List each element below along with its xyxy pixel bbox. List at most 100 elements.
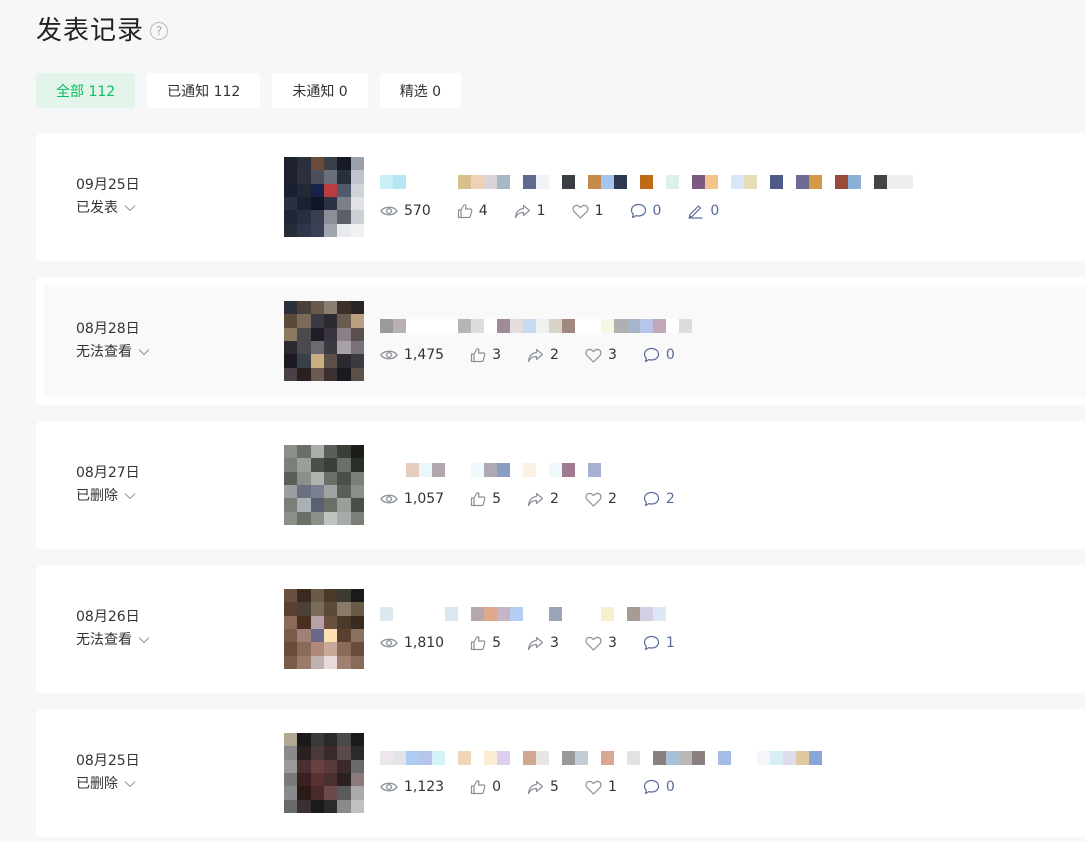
post-title-pixelated[interactable] xyxy=(380,607,666,621)
like-stat: 5 xyxy=(470,635,501,651)
view-count: 1,475 xyxy=(404,347,445,363)
favorite-count: 1 xyxy=(594,203,604,219)
like-count: 0 xyxy=(492,779,502,795)
view-icon xyxy=(380,780,404,794)
post-status-dropdown[interactable]: 已发表 xyxy=(76,198,140,218)
view-icon xyxy=(380,492,404,506)
comment-count: 0 xyxy=(652,203,662,219)
like-icon xyxy=(470,779,492,795)
header: 发表记录 ? xyxy=(36,10,169,47)
post-thumbnail[interactable] xyxy=(284,733,364,813)
post-stats: 1,123 0 5 1 0 xyxy=(380,779,701,795)
post-card[interactable]: 08月25日 已删除 1,123 0 5 1 0 xyxy=(36,709,1086,837)
favorite-icon xyxy=(585,492,608,507)
note-count: 0 xyxy=(710,203,720,219)
chevron-down-icon xyxy=(124,205,136,212)
note-stat[interactable]: 0 xyxy=(687,203,719,219)
tab-3[interactable]: 精选 0 xyxy=(379,73,462,108)
favorite-icon xyxy=(572,204,595,219)
like-icon xyxy=(470,347,492,363)
tab-0[interactable]: 全部 112 xyxy=(36,73,136,108)
comment-stat[interactable]: 2 xyxy=(643,491,675,507)
view-stat: 1,057 xyxy=(380,491,444,507)
post-stats: 1,475 3 2 3 0 xyxy=(380,347,701,363)
note-icon xyxy=(687,203,710,219)
comment-count: 2 xyxy=(665,491,675,507)
post-stats: 570 4 1 1 0 0 xyxy=(380,203,745,219)
comment-stat[interactable]: 0 xyxy=(630,203,662,219)
chevron-down-icon xyxy=(138,349,150,356)
comment-stat[interactable]: 0 xyxy=(643,779,675,795)
post-title-pixelated[interactable] xyxy=(380,751,822,765)
post-status-dropdown[interactable]: 已删除 xyxy=(76,774,140,794)
post-status: 已发表 xyxy=(76,200,118,216)
page: 发表记录 ? 全部 112 已通知 112 未通知 0 精选 0 09月25日 已发表… xyxy=(0,0,1086,842)
post-date: 08月28日 xyxy=(76,321,140,337)
comment-icon xyxy=(643,779,666,795)
post-date-block: 08月28日 无法查看 xyxy=(76,319,150,362)
favorite-icon xyxy=(585,780,608,795)
post-status-dropdown[interactable]: 无法查看 xyxy=(76,630,150,650)
tab-1[interactable]: 已通知 112 xyxy=(147,73,261,108)
share-count: 1 xyxy=(536,203,546,219)
post-status-dropdown[interactable]: 无法查看 xyxy=(76,342,150,362)
post-date-block: 08月25日 已删除 xyxy=(76,751,140,794)
like-count: 3 xyxy=(492,347,502,363)
share-icon xyxy=(514,204,537,219)
share-icon xyxy=(527,636,550,651)
comment-icon xyxy=(643,347,666,363)
share-icon xyxy=(527,780,550,795)
post-status: 无法查看 xyxy=(76,344,132,360)
post-card[interactable]: 08月27日 已删除 1,057 5 2 2 2 xyxy=(36,421,1086,549)
share-count: 3 xyxy=(550,635,559,651)
favorite-icon xyxy=(585,348,608,363)
share-stat: 1 xyxy=(514,203,546,219)
share-icon xyxy=(527,348,550,363)
chevron-down-icon xyxy=(124,781,136,788)
comment-stat[interactable]: 1 xyxy=(643,635,675,651)
share-stat: 2 xyxy=(527,347,559,363)
view-count: 1,057 xyxy=(404,491,445,507)
post-stats: 1,810 5 3 3 1 xyxy=(380,635,701,651)
post-date: 08月26日 xyxy=(76,609,140,625)
filter-tabs: 全部 112 已通知 112 未通知 0 精选 0 xyxy=(36,73,473,108)
post-thumbnail[interactable] xyxy=(284,301,364,381)
post-thumbnail[interactable] xyxy=(284,445,364,525)
favorite-stat: 1 xyxy=(585,779,617,795)
post-card[interactable]: 08月26日 无法查看 1,810 5 3 3 1 xyxy=(36,565,1086,693)
like-icon xyxy=(470,491,492,507)
like-stat: 4 xyxy=(457,203,488,219)
comment-count: 0 xyxy=(665,347,675,363)
comment-icon xyxy=(630,203,653,219)
favorite-count: 3 xyxy=(607,347,617,363)
post-date: 08月25日 xyxy=(76,753,140,769)
like-count: 5 xyxy=(492,491,502,507)
like-stat: 5 xyxy=(470,491,501,507)
post-status-dropdown[interactable]: 已删除 xyxy=(76,486,140,506)
favorite-count: 2 xyxy=(607,491,617,507)
post-thumbnail[interactable] xyxy=(284,589,364,669)
post-title-pixelated[interactable] xyxy=(380,319,692,333)
comment-icon xyxy=(643,491,666,507)
post-title-pixelated[interactable] xyxy=(380,175,913,189)
like-stat: 0 xyxy=(470,779,501,795)
post-status: 已删除 xyxy=(76,488,118,504)
like-count: 5 xyxy=(492,635,502,651)
help-icon[interactable]: ? xyxy=(150,21,169,40)
tab-2[interactable]: 未通知 0 xyxy=(272,73,368,108)
view-stat: 1,810 xyxy=(380,635,444,651)
post-title-pixelated[interactable] xyxy=(380,463,601,477)
view-icon xyxy=(380,636,404,650)
comment-stat[interactable]: 0 xyxy=(643,347,675,363)
chevron-down-icon xyxy=(124,493,136,500)
post-card[interactable]: 09月25日 已发表 570 4 1 1 0 0 xyxy=(36,133,1086,261)
post-date: 08月27日 xyxy=(76,465,140,481)
share-count: 2 xyxy=(550,491,559,507)
post-thumbnail[interactable] xyxy=(284,157,364,237)
post-card[interactable]: 08月28日 无法查看 1,475 3 2 3 0 xyxy=(36,277,1086,405)
share-count: 5 xyxy=(550,779,559,795)
post-card-hover-bg xyxy=(44,285,1086,397)
view-stat: 1,475 xyxy=(380,347,444,363)
favorite-count: 1 xyxy=(607,779,617,795)
share-stat: 2 xyxy=(527,491,559,507)
